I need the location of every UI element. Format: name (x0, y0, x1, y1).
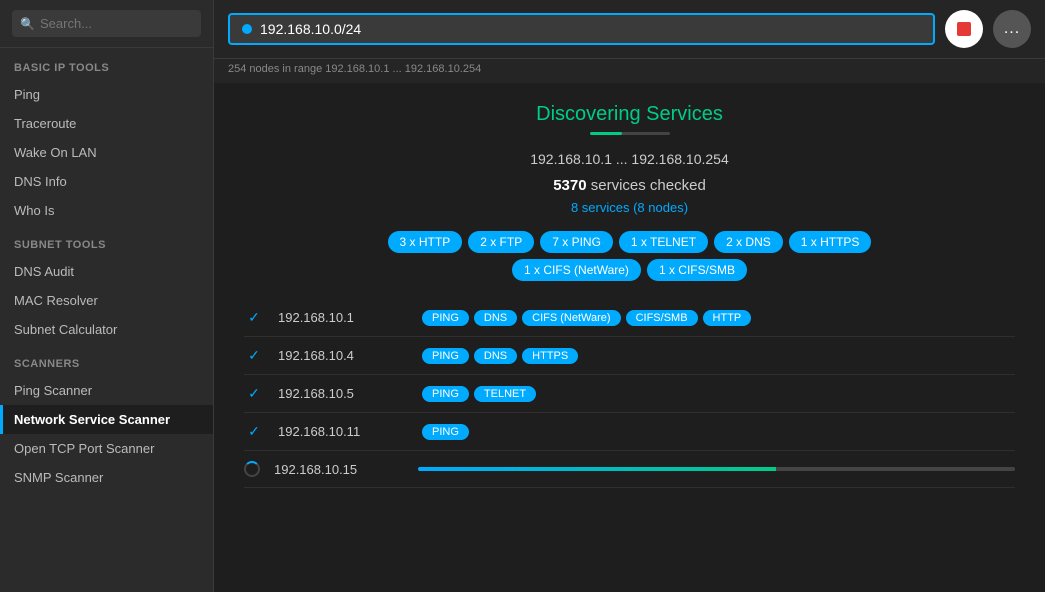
tag-telnet: 1 x TELNET (619, 231, 708, 253)
search-input[interactable] (12, 10, 201, 37)
result-ip-5: 192.168.10.15 (274, 462, 404, 477)
result-ip-2: 192.168.10.4 (278, 348, 408, 363)
sidebar-item-dns-info[interactable]: DNS Info (0, 167, 213, 196)
section-basic-ip-tools: BASIC IP TOOLS Ping Traceroute Wake On L… (0, 48, 213, 225)
service-tag-telnet-3: TELNET (474, 386, 536, 402)
section-header-subnet-tools: SUBNET TOOLS (0, 225, 213, 257)
service-tag-cifs-smb-1: CIFS/SMB (626, 310, 698, 326)
main-panel: ... 254 nodes in range 192.168.10.1 ... … (214, 0, 1045, 592)
tag-cifs-smb: 1 x CIFS/SMB (647, 259, 747, 281)
section-scanners: SCANNERS Ping Scanner Network Service Sc… (0, 344, 213, 492)
sidebar-item-traceroute[interactable]: Traceroute (0, 109, 213, 138)
tag-ftp: 2 x FTP (468, 231, 534, 253)
stop-button[interactable] (945, 10, 983, 48)
sidebar-item-open-tcp-port-scanner[interactable]: Open TCP Port Scanner (0, 434, 213, 463)
discovering-title: Discovering Services (244, 103, 1015, 126)
search-icon: 🔍 (20, 17, 35, 31)
sidebar-item-ping-scanner[interactable]: Ping Scanner (0, 376, 213, 405)
section-header-scanners: SCANNERS (0, 344, 213, 376)
result-tags-4: PING (422, 424, 469, 440)
results-area: ✓ 192.168.10.1 PING DNS CIFS (NetWare) C… (244, 299, 1015, 488)
services-checked: 5370 services checked (244, 177, 1015, 194)
check-icon-2: ✓ (244, 347, 264, 364)
tag-cifs-netware: 1 x CIFS (NetWare) (512, 259, 641, 281)
section-subnet-tools: SUBNET TOOLS DNS Audit MAC Resolver Subn… (0, 225, 213, 344)
sidebar-item-wake-on-lan[interactable]: Wake On LAN (0, 138, 213, 167)
result-row-1: ✓ 192.168.10.1 PING DNS CIFS (NetWare) C… (244, 299, 1015, 337)
check-icon-3: ✓ (244, 385, 264, 402)
sidebar-item-subnet-calculator[interactable]: Subnet Calculator (0, 315, 213, 344)
tag-https: 1 x HTTPS (789, 231, 872, 253)
service-tag-dns-2: DNS (474, 348, 517, 364)
service-tag-http-1: HTTP (703, 310, 752, 326)
service-tag-dns-1: DNS (474, 310, 517, 326)
result-tags-3: PING TELNET (422, 386, 536, 402)
sidebar-item-mac-resolver[interactable]: MAC Resolver (0, 286, 213, 315)
section-header-basic-ip-tools: BASIC IP TOOLS (0, 48, 213, 80)
address-bar (228, 13, 935, 45)
ip-range-text: 192.168.10.1 ... 192.168.10.254 (244, 151, 1015, 167)
scanning-bar-5 (418, 467, 1015, 471)
result-row-2: ✓ 192.168.10.4 PING DNS HTTPS (244, 337, 1015, 375)
sidebar-item-ping[interactable]: Ping (0, 80, 213, 109)
sidebar-item-network-service-scanner[interactable]: Network Service Scanner (0, 405, 213, 434)
tags-row: 3 x HTTP 2 x FTP 7 x PING 1 x TELNET 2 x… (244, 231, 1015, 253)
progress-bar-container (590, 132, 670, 135)
tag-dns: 2 x DNS (714, 231, 783, 253)
more-button[interactable]: ... (993, 10, 1031, 48)
result-row-5: 192.168.10.15 (244, 451, 1015, 488)
result-tags-1: PING DNS CIFS (NetWare) CIFS/SMB HTTP (422, 310, 751, 326)
tags-row-2: 1 x CIFS (NetWare) 1 x CIFS/SMB (244, 259, 1015, 281)
result-ip-3: 192.168.10.5 (278, 386, 408, 401)
progress-bar-fill (590, 132, 622, 135)
range-info: 254 nodes in range 192.168.10.1 ... 192.… (214, 59, 1045, 83)
address-input[interactable] (260, 21, 921, 37)
sidebar: 🔍 BASIC IP TOOLS Ping Traceroute Wake On… (0, 0, 214, 592)
content-area: Discovering Services 192.168.10.1 ... 19… (214, 83, 1045, 592)
services-label-text: services checked (591, 177, 706, 194)
result-ip-1: 192.168.10.1 (278, 310, 408, 325)
check-icon-1: ✓ (244, 309, 264, 326)
service-tag-ping-4: PING (422, 424, 469, 440)
stop-icon (957, 22, 971, 36)
check-icon-4: ✓ (244, 423, 264, 440)
tag-http: 3 x HTTP (388, 231, 463, 253)
result-ip-4: 192.168.10.11 (278, 424, 408, 439)
service-tag-ping-1: PING (422, 310, 469, 326)
tag-ping: 7 x PING (540, 231, 613, 253)
service-tag-ping-2: PING (422, 348, 469, 364)
services-nodes: 8 services (8 nodes) (244, 200, 1015, 215)
result-tags-2: PING DNS HTTPS (422, 348, 578, 364)
service-tag-cifs-netware-1: CIFS (NetWare) (522, 310, 620, 326)
sidebar-item-who-is[interactable]: Who Is (0, 196, 213, 225)
result-row-3: ✓ 192.168.10.5 PING TELNET (244, 375, 1015, 413)
address-dot (242, 24, 252, 34)
sidebar-item-dns-audit[interactable]: DNS Audit (0, 257, 213, 286)
search-container: 🔍 (0, 0, 213, 48)
services-count: 5370 (553, 177, 586, 194)
result-row-4: ✓ 192.168.10.11 PING (244, 413, 1015, 451)
service-tag-ping-3: PING (422, 386, 469, 402)
service-tag-https-2: HTTPS (522, 348, 578, 364)
sidebar-item-snmp-scanner[interactable]: SNMP Scanner (0, 463, 213, 492)
topbar: ... (214, 0, 1045, 59)
spin-icon-5 (244, 461, 260, 477)
